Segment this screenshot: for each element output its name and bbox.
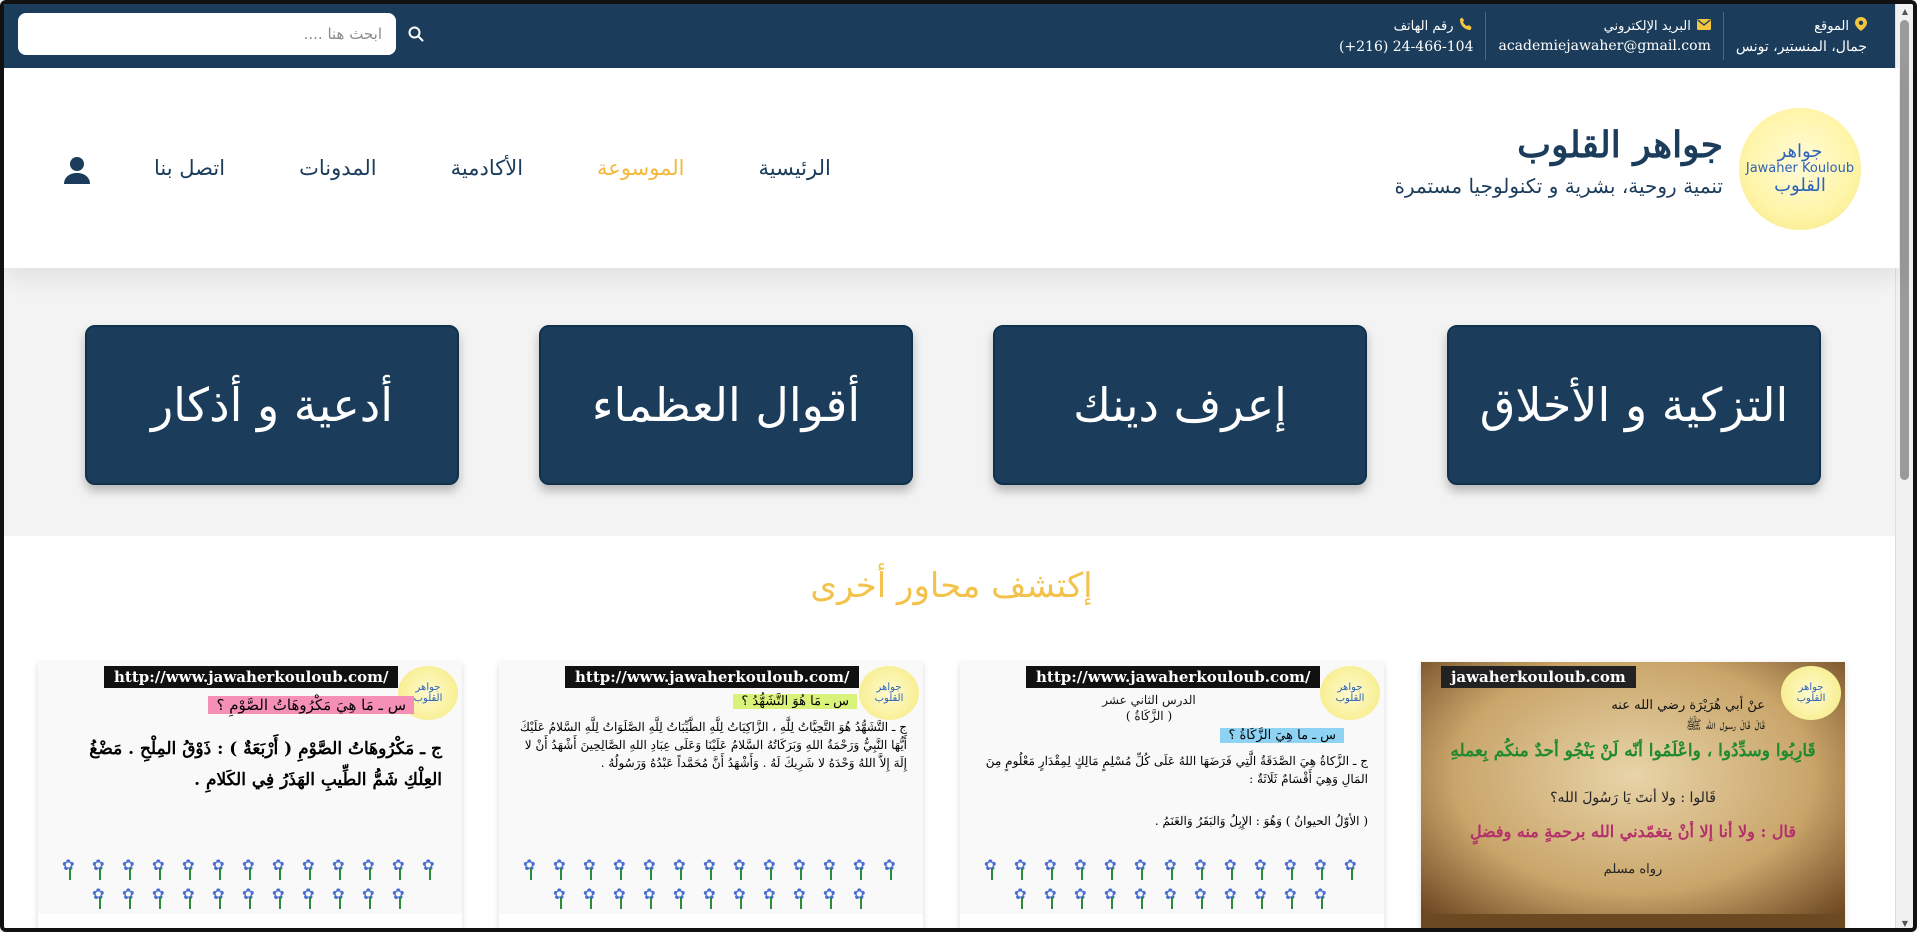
card-image: http://www.jawaherkouloub.com/ جواهر القل… bbox=[960, 662, 1384, 914]
email-link[interactable]: academiejawaher@gmail.com bbox=[1498, 38, 1710, 54]
site-tagline: تنمية روحية، بشرية و تكنولوجيا مستمرة bbox=[1394, 174, 1723, 198]
card-line: رواه مسلم bbox=[1603, 862, 1663, 877]
category-section: التزكية و الأخلاق إعرف دينك أقوال العظما… bbox=[4, 268, 1899, 536]
card-answer: ( الأوّلُ الحيوانُ ) وَهُوَ : الإِبِلُ و… bbox=[1154, 814, 1368, 828]
top-info-bar: الموقع جمال، المنستير، تونس البريد الإلك… bbox=[4, 4, 1899, 68]
card-answer: ج ـ التَّشَهُّدُ هُوَ التَّحِيَّاتُ لِلَ… bbox=[519, 720, 907, 770]
card-logo: جواهر القلوب bbox=[859, 666, 919, 720]
card-answer: ج ـ مَكْرُوهَاتُ الصَّوْمِ ( أَرْبَعَةٌ … bbox=[89, 739, 442, 790]
card-url-badge: http://www.jawaherkouloub.com/ bbox=[104, 666, 399, 688]
logo-text-bottom: القلوب bbox=[1774, 175, 1826, 197]
user-icon bbox=[64, 157, 90, 184]
search-box bbox=[18, 13, 436, 55]
search-button[interactable] bbox=[396, 13, 436, 55]
email-label: البريد الإلكتروني bbox=[1603, 18, 1691, 34]
topic-card-3[interactable]: http://www.jawaherkouloub.com/ جواهر القل… bbox=[499, 662, 923, 928]
scroll-thumb[interactable] bbox=[1900, 20, 1909, 480]
search-input[interactable] bbox=[18, 13, 396, 55]
category-great-sayings[interactable]: أقوال العظماء bbox=[539, 325, 913, 485]
logo-text-latin: Jawaher Kouloub bbox=[1745, 160, 1855, 176]
phone-link[interactable]: (+216) 24-466-104 bbox=[1339, 39, 1474, 55]
discover-title: إكتشف محاور أخرى bbox=[810, 566, 1093, 606]
discover-section: إكتشف محاور أخرى jawaherkouloub.com جواه… bbox=[4, 536, 1899, 928]
flower-border bbox=[48, 856, 452, 912]
card-answer: ج ـ الزَّكاةُ هِيَ الصَّدَقَةُ الَّتِي ف… bbox=[985, 754, 1368, 786]
map-pin-icon bbox=[1855, 17, 1867, 35]
search-icon bbox=[408, 26, 424, 42]
card-logo: جواهر القلوب bbox=[1320, 666, 1380, 720]
card-line: قَالَ قَالَ رسول الله ﷺ bbox=[1685, 717, 1765, 733]
topic-card-1[interactable]: jawaherkouloub.com جواهر القلوب عنْ أبي ه… bbox=[1421, 662, 1845, 928]
topic-card-2[interactable]: http://www.jawaherkouloub.com/ جواهر القل… bbox=[960, 662, 1384, 928]
category-know-your-religion[interactable]: إعرف دينك bbox=[993, 325, 1367, 485]
card-line: ( الزَّكَاةُ ) bbox=[1125, 709, 1173, 724]
phone-label: رقم الهاتف bbox=[1393, 18, 1454, 34]
nav-blogs[interactable]: المدونات bbox=[299, 156, 377, 180]
card-line: عنْ أبي هُرَيْرَة رضي الله عنه bbox=[1611, 698, 1765, 713]
flower-border bbox=[509, 856, 913, 912]
nav-contact[interactable]: اتصل بنا bbox=[154, 156, 225, 180]
card-url-badge: http://www.jawaherkouloub.com/ bbox=[1026, 666, 1321, 688]
scroll-down-arrow[interactable]: ▼ bbox=[1900, 919, 1910, 928]
site-header: جواهر Jawaher Kouloub القلوب جواهر القلو… bbox=[4, 68, 1899, 268]
card-image: jawaherkouloub.com جواهر القلوب عنْ أبي ه… bbox=[1421, 662, 1845, 914]
contact-info: الموقع جمال، المنستير، تونس البريد الإلك… bbox=[1327, 12, 1879, 60]
nav-home[interactable]: الرئيسية bbox=[759, 156, 831, 180]
location-value: جمال، المنستير، تونس bbox=[1735, 39, 1867, 55]
card-url-badge: http://www.jawaherkouloub.com/ bbox=[565, 666, 860, 688]
phone-info: رقم الهاتف (+216) 24-466-104 bbox=[1327, 12, 1486, 60]
card-question: س ـ مَا هِيَ مَكْرُوهَاتُ الصَّوْمِ ؟ bbox=[208, 696, 414, 714]
location-label: الموقع bbox=[1814, 18, 1849, 34]
email-info: البريد الإلكتروني academiejawaher@gmail.… bbox=[1485, 12, 1722, 60]
flower-border bbox=[970, 856, 1374, 912]
topic-card-4[interactable]: http://www.jawaherkouloub.com/ جواهر القل… bbox=[38, 662, 462, 928]
envelope-icon bbox=[1696, 18, 1711, 34]
location-info: الموقع جمال، المنستير، تونس bbox=[1722, 12, 1879, 60]
card-url-badge: jawaherkouloub.com bbox=[1441, 666, 1636, 688]
user-account-button[interactable] bbox=[64, 156, 94, 186]
card-line: قَالوا : ولا أنتَ يَا رَسُولَ الله؟ bbox=[1550, 790, 1716, 806]
card-line: الدرس الثاني عشر bbox=[1102, 693, 1196, 707]
site-logo[interactable]: جواهر Jawaher Kouloub القلوب bbox=[1739, 108, 1861, 230]
card-image: http://www.jawaherkouloub.com/ جواهر القل… bbox=[499, 662, 923, 914]
category-supplications[interactable]: أدعية و أذكار bbox=[85, 325, 459, 485]
card-image: http://www.jawaherkouloub.com/ جواهر القل… bbox=[38, 662, 462, 914]
phone-icon bbox=[1459, 17, 1473, 35]
card-question: س ـ مَا هُوَ التَّشَهُّدُ ؟ bbox=[733, 694, 857, 709]
nav-academy[interactable]: الأكادمية bbox=[451, 156, 523, 180]
card-hadith-green: قَارِبُوا وسدِّدُوا ، واعْلَمُوا أنّه لَ… bbox=[1450, 741, 1816, 761]
category-tazkiya[interactable]: التزكية و الأخلاق bbox=[1447, 325, 1821, 485]
card-question: س ـ ما هِيَ الزَّكَاةُ ؟ bbox=[1220, 728, 1344, 743]
site-title[interactable]: جواهر القلوب bbox=[1394, 124, 1723, 166]
main-nav: الرئيسية الموسوعة الأكادمية المدونات اتص… bbox=[154, 156, 831, 180]
brand: جواهر القلوب تنمية روحية، بشرية و تكنولو… bbox=[1394, 124, 1723, 198]
card-hadith-pink: قال : ولا أنا إلا أنْ يتغمّدني الله برحم… bbox=[1469, 822, 1797, 841]
card-logo: جواهر القلوب bbox=[1781, 666, 1841, 720]
scroll-up-arrow[interactable]: ▲ bbox=[1900, 7, 1910, 17]
browser-viewport: الموقع جمال، المنستير، تونس البريد الإلك… bbox=[0, 0, 1917, 932]
logo-text-top: جواهر bbox=[1777, 141, 1823, 163]
nav-encyclopedia[interactable]: الموسوعة bbox=[597, 156, 684, 180]
